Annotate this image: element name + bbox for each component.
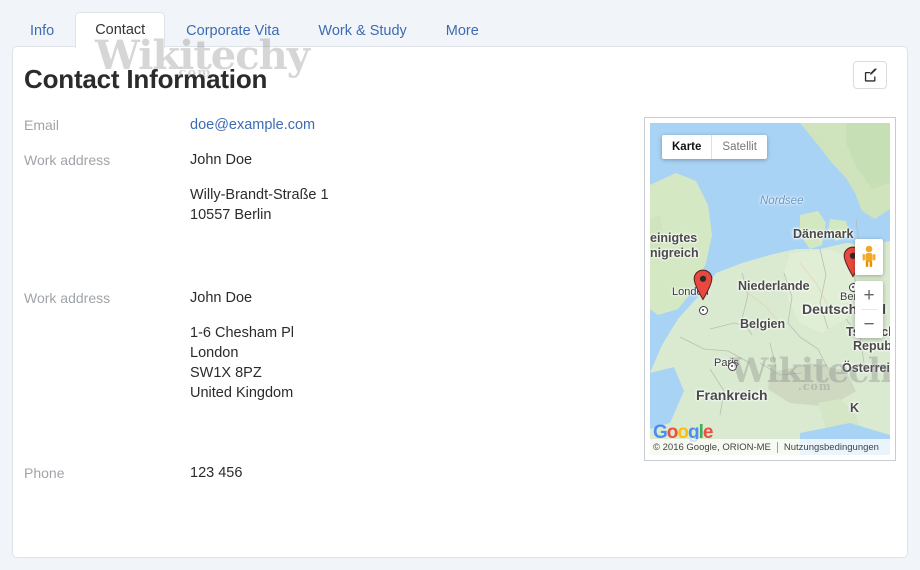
tab-info[interactable]: Info [12, 14, 72, 49]
map-viewport[interactable]: Karte Satellit Nordsee einigtes nigreich… [650, 123, 890, 455]
london-map-marker-icon[interactable] [692, 269, 714, 301]
edit-pencil-icon [863, 68, 878, 83]
row-email: Email doe@example.com [13, 115, 653, 135]
row-label-phone: Phone [13, 463, 190, 483]
map-zoom-out-button[interactable]: − [855, 310, 883, 338]
tab-work-and-study[interactable]: Work & Study [300, 14, 424, 49]
street-view-pegman-icon [861, 245, 877, 269]
address-2-line-3: SW1X 8PZ [190, 363, 294, 383]
address-2-name: John Doe [190, 288, 294, 308]
row-work-address-2: Work address John Doe 1-6 Chesham Pl Lon… [13, 288, 653, 403]
page-title: Contact Information [24, 64, 267, 95]
street-view-pegman-control[interactable] [855, 239, 883, 275]
map-terms-link[interactable]: Nutzungsbedingungen [784, 442, 879, 453]
tab-more[interactable]: More [428, 14, 497, 49]
row-value-work-address-1: John Doe Willy-Brandt-Straße 1 10557 Ber… [190, 150, 329, 225]
row-value-work-address-2: John Doe 1-6 Chesham Pl London SW1X 8PZ … [190, 288, 294, 403]
row-phone: Phone 123 456 [13, 463, 653, 483]
contact-details: Email doe@example.com Work address John … [13, 115, 653, 483]
address-2-line-4: United Kingdom [190, 383, 294, 403]
london-dot-icon [699, 306, 708, 315]
address-1-line-2: 10557 Berlin [190, 205, 329, 225]
tab-contact[interactable]: Contact [75, 12, 165, 49]
row-label-work-address-1: Work address [13, 150, 190, 225]
edit-button[interactable] [853, 61, 887, 89]
row-label-work-address-2: Work address [13, 288, 190, 403]
address-1-line-1: Willy-Brandt-Straße 1 [190, 185, 329, 205]
map-copyright-text: © 2016 Google, ORION-ME [650, 442, 771, 453]
map-attribution-bar: © 2016 Google, ORION-ME Nutzungsbedingun… [650, 439, 890, 455]
map-container[interactable]: Karte Satellit Nordsee einigtes nigreich… [644, 117, 896, 461]
attribution-divider [777, 442, 778, 453]
email-link[interactable]: doe@example.com [190, 117, 315, 133]
map-type-control[interactable]: Karte Satellit [662, 135, 767, 159]
tab-bar: Info Contact Corporate Vita Work & Study… [0, 0, 920, 47]
address-1-name: John Doe [190, 150, 329, 170]
paris-dot-icon [728, 362, 737, 371]
address-2-line-1: 1-6 Chesham Pl [190, 323, 294, 343]
map-type-karte[interactable]: Karte [662, 135, 712, 159]
map-zoom-in-button[interactable]: + [855, 281, 883, 309]
row-value-email: doe@example.com [190, 115, 315, 135]
map-type-satellit[interactable]: Satellit [712, 135, 767, 159]
map-zoom-control[interactable]: + − [855, 281, 883, 338]
row-label-email: Email [13, 115, 190, 135]
tab-corporate-vita[interactable]: Corporate Vita [168, 14, 297, 49]
row-work-address-1: Work address John Doe Willy-Brandt-Straß… [13, 150, 653, 225]
address-2-line-2: London [190, 343, 294, 363]
row-value-phone: 123 456 [190, 463, 242, 483]
